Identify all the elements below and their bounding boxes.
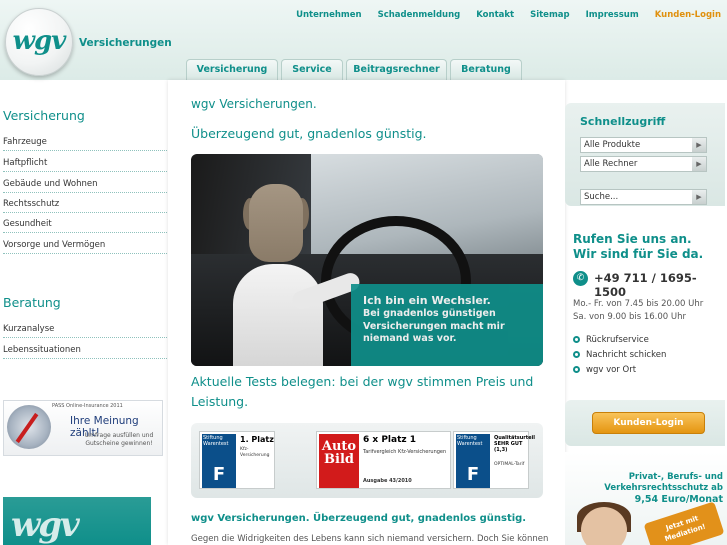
top-navigation: Unternehmen Schadenmeldung Kontakt Sitem… [288,10,723,20]
hero-shirt [233,264,323,366]
award-2-logo: F [456,462,490,488]
tab-beratung[interactable]: Beratung [450,59,522,80]
link-vor-ort[interactable]: wgv vor Ort [573,365,636,375]
rechtsschutz-promo[interactable]: Privat-, Berufs- und Verkehrsrechtsschut… [565,452,727,545]
awards-strip[interactable]: Stiftung Warentest F 1. Platz Kfz-Versic… [191,423,543,498]
tab-versicherung[interactable]: Versicherung [186,59,278,80]
kunden-login-button[interactable]: Kunden-Login [592,412,705,434]
link-nachricht-label: Nachricht schicken [586,350,667,360]
link-rueckrufservice-label: Rückrufservice [586,335,649,345]
survey-banner-text: Umfrage ausfüllen und Gutscheine gewinne… [84,432,154,447]
search-input[interactable]: Suche... ▶ [580,189,707,205]
link-nachricht[interactable]: Nachricht schicken [573,350,666,360]
nav-item-gebaeude-wohnen[interactable]: Gebäude und Wohnen [3,173,167,193]
contact-heading-2: Wir sind für Sie da. [573,247,704,261]
hours-weekday: Mo.- Fr. von 7.45 bis 20.00 Uhr [573,299,704,309]
opening-hours: Mo.- Fr. von 7.45 bis 20.00 Uhr Sa. von … [573,298,703,324]
autobild-rank: 6 x Platz 1 [363,435,417,445]
hours-saturday: Sa. von 9.00 bis 16.00 Uhr [573,312,686,322]
quickaccess-panel: Schnellzugriff Alle Produkte ▶ Alle Rech… [565,103,725,206]
hero-caption-text: Bei gnadenlos günstigen Versicherungen m… [363,308,505,344]
award-finanztest-2: Stiftung Warentest F Qualitätsurteil SEH… [453,431,535,489]
bullet-icon [573,351,580,358]
topnav-unternehmen[interactable]: Unternehmen [288,10,370,20]
promo-line-1: Privat-, Berufs- und [628,472,723,482]
bullet-icon [573,366,580,373]
topnav-impressum[interactable]: Impressum [578,10,647,20]
calculator-select[interactable]: Alle Rechner ▶ [580,156,707,172]
calculator-select-value: Alle Rechner [584,159,638,169]
phone-number[interactable]: +49 711 / 1695-1500 [594,271,727,299]
intro-text: Gegen die Widrigkeiten des Lebens kann s… [191,534,549,544]
link-rueckrufservice[interactable]: Rückrufservice [573,335,649,345]
bullet-icon [573,336,580,343]
award-autobild: Auto Bild 6 x Platz 1 Tarifvergleich Kfz… [316,431,451,489]
nav-heading-beratung: Beratung [3,295,61,310]
logo-subtitle: Versicherungen [79,37,172,49]
contact-heading-1: Rufen Sie uns an. [573,232,692,246]
nav-item-kurzanalyse[interactable]: Kurzanalyse [3,318,167,338]
hero-caption-title: Ich bin ein Wechsler. [363,294,491,307]
award-2-rank: Qualitätsurteil SEHR GUT (1,3) [494,435,535,453]
phone-icon: ✆ [573,271,588,286]
autobild-desc: Tarifvergleich Kfz-Versicherungen [363,449,447,455]
product-select-value: Alle Produkte [584,140,641,150]
main-tabs: Versicherung Service Beitragsrechner Ber… [186,59,522,80]
product-select[interactable]: Alle Produkte ▶ [580,137,707,153]
wgv-banner[interactable]: wgv [3,497,151,545]
award-1-rank: 1. Platz [240,435,274,444]
survey-banner-top: PASS Online-Insurance 2011 [52,403,123,409]
chevron-right-icon: ▶ [692,138,706,152]
nav-item-vorsorge[interactable]: Vorsorge und Vermögen [3,234,167,254]
main-content: wgv Versicherungen. Überzeugend gut, gna… [168,80,565,545]
award-1-desc: Kfz-Versicherung [240,447,270,458]
page-title: wgv Versicherungen. [191,97,317,111]
topnav-sitemap[interactable]: Sitemap [522,10,578,20]
autobild-logo: Auto Bild [319,434,359,488]
promo-person [581,507,627,545]
promo-text: Privat-, Berufs- und Verkehrsrechtsschut… [565,472,723,494]
nav-item-gesundheit[interactable]: Gesundheit [3,213,167,233]
quickaccess-title: Schnellzugriff [580,115,666,128]
award-2-desc: OPTIMAL-Tarif [494,462,525,467]
hero-dog-head [249,184,303,262]
nav-item-lebenssituationen[interactable]: Lebenssituationen [3,339,167,359]
chevron-right-icon: ▶ [692,157,706,171]
nav-item-haftpflicht[interactable]: Haftpflicht [3,152,167,172]
award-1-logo: F [202,462,236,488]
link-vor-ort-label: wgv vor Ort [586,365,637,375]
tab-beitragsrechner[interactable]: Beitragsrechner [346,59,447,80]
topnav-kunden-login[interactable]: Kunden-Login [647,10,723,20]
nav-item-fahrzeuge[interactable]: Fahrzeuge [3,131,167,151]
topnav-kontakt[interactable]: Kontakt [468,10,522,20]
page: Unternehmen Schadenmeldung Kontakt Sitem… [0,0,727,545]
hero-image[interactable]: Ich bin ein Wechsler. Bei gnadenlos güns… [191,154,543,366]
wgv-banner-logo: wgv [11,505,80,545]
topnav-schadenmeldung[interactable]: Schadenmeldung [370,10,469,20]
promo-line-2: Verkehrsrechtsschutz ab [604,483,723,493]
search-placeholder: Suche... [584,192,619,202]
hero-caption: Ich bin ein Wechsler. Bei gnadenlos güns… [351,284,543,366]
award-finanztest-1: Stiftung Warentest F 1. Platz Kfz-Versic… [199,431,275,489]
tests-heading: Aktuelle Tests belegen: bei der wgv stim… [191,374,534,409]
nav-heading-versicherung: Versicherung [3,108,85,123]
search-submit-icon[interactable]: ▶ [692,190,706,204]
intro-heading: wgv Versicherungen. Überzeugend gut, gna… [191,513,527,524]
tab-service[interactable]: Service [281,59,343,80]
logo-text: wgv [12,26,67,56]
page-subtitle: Überzeugend gut, gnadenlos günstig. [191,126,427,141]
autobild-edition: Ausgabe 43/2010 [363,478,412,484]
nav-item-rechtsschutz[interactable]: Rechtsschutz [3,193,167,213]
survey-banner[interactable]: PASS Online-Insurance 2011 Ihre Meinung … [3,400,163,456]
contact-heading: Rufen Sie uns an. Wir sind für Sie da. [573,232,703,262]
promo-badge: Jetzt mit Mediation! [643,501,725,545]
